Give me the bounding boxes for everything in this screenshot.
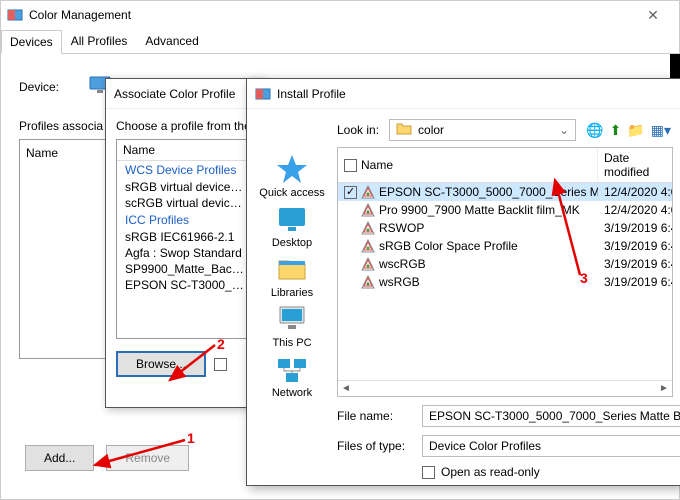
file-date: 3/19/2019 6:44 bbox=[598, 239, 672, 253]
icc-profile-icon bbox=[361, 239, 375, 253]
file-name: wsRGB bbox=[379, 275, 420, 289]
place-network[interactable]: Network bbox=[272, 353, 312, 399]
places-bar: Quick access Desktop Libraries This PC N… bbox=[247, 147, 337, 397]
annotation-3: 3 bbox=[580, 270, 588, 286]
titlebar: Color Management ✕ bbox=[1, 1, 679, 29]
browse-button[interactable]: Browse... bbox=[116, 351, 206, 377]
icc-profile-icon bbox=[361, 257, 375, 271]
file-date: 3/19/2019 6:44 bbox=[598, 221, 672, 235]
file-list[interactable]: Name Date modified EPSON SC-T3000_5000_7… bbox=[337, 147, 673, 397]
views-icon[interactable]: ▦▾ bbox=[651, 122, 671, 139]
filename-label: File name: bbox=[337, 409, 422, 423]
lookin-label: Look in: bbox=[337, 123, 379, 137]
file-name: EPSON SC-T3000_5000_7000_Series Matte ..… bbox=[379, 185, 598, 199]
app-icon bbox=[255, 86, 271, 102]
tab-advanced[interactable]: Advanced bbox=[136, 29, 207, 53]
scroll-right-icon[interactable]: ► bbox=[656, 383, 672, 394]
icc-profile-icon bbox=[361, 221, 375, 235]
list-item[interactable]: EPSON SC-T3000_5000_7 bbox=[117, 277, 253, 293]
annotation-1: 1 bbox=[187, 430, 195, 446]
filetype-combo[interactable]: Device Color Profiles ⌄ bbox=[422, 435, 680, 457]
tabstrip: Devices All Profiles Advanced bbox=[1, 29, 679, 54]
readonly-checkbox[interactable] bbox=[422, 466, 435, 479]
close-icon[interactable]: ✕ bbox=[633, 1, 673, 29]
file-name: sRGB Color Space Profile bbox=[379, 239, 518, 253]
file-list-header: Name Date modified bbox=[338, 148, 672, 183]
list-item[interactable]: SP9900_Matte_Backlit_Fil bbox=[117, 261, 253, 277]
file-name: wscRGB bbox=[379, 257, 426, 271]
folder-icon bbox=[396, 121, 412, 140]
group-wcs: WCS Device Profiles bbox=[117, 161, 253, 179]
file-row[interactable]: EPSON SC-T3000_5000_7000_Series Matte ..… bbox=[338, 183, 672, 201]
assoc-prompt: Choose a profile from the bbox=[116, 119, 254, 133]
tab-devices[interactable]: Devices bbox=[1, 30, 62, 54]
assoc-dialog-title: Associate Color Profile bbox=[106, 79, 264, 109]
list-item[interactable]: sRGB IEC61966-2.1 bbox=[117, 229, 253, 245]
lookin-combo[interactable]: color ⌄ bbox=[389, 119, 576, 141]
place-libraries[interactable]: Libraries bbox=[271, 253, 313, 299]
icc-profile-icon bbox=[361, 275, 375, 289]
file-row[interactable]: Pro 9900_7900 Matte Backlit film_MK 12/4/… bbox=[338, 201, 672, 219]
filetype-label: Files of type: bbox=[337, 439, 422, 453]
app-icon bbox=[7, 7, 23, 23]
profile-list[interactable]: Name WCS Device Profiles sRGB virtual de… bbox=[116, 139, 254, 339]
file-date: 12/4/2020 4:01 bbox=[598, 185, 672, 199]
annotation-2: 2 bbox=[217, 336, 225, 352]
back-icon[interactable]: 🌐 bbox=[586, 122, 603, 139]
file-row[interactable]: sRGB Color Space Profile 3/19/2019 6:44 bbox=[338, 237, 672, 255]
list-item[interactable]: Agfa : Swop Standard bbox=[117, 245, 253, 261]
icc-profile-icon bbox=[361, 185, 375, 199]
place-this-pc[interactable]: This PC bbox=[272, 303, 311, 349]
file-date: 3/19/2019 6:44 bbox=[598, 257, 672, 271]
up-icon[interactable]: ⬆ bbox=[610, 122, 622, 139]
group-icc: ICC Profiles bbox=[117, 211, 253, 229]
select-all-checkbox[interactable] bbox=[344, 159, 357, 172]
edge-accent bbox=[670, 54, 680, 78]
readonly-label: Open as read-only bbox=[441, 465, 540, 479]
associate-profile-dialog: Associate Color Profile Choose a profile… bbox=[105, 78, 265, 408]
file-date: 12/4/2020 4:01 bbox=[598, 203, 672, 217]
file-name: RSWOP bbox=[379, 221, 424, 235]
profile-buttons: Add... Remove bbox=[25, 445, 189, 471]
horizontal-scrollbar[interactable]: ◄ ► bbox=[338, 380, 672, 396]
file-dialog-title-text: Install Profile bbox=[277, 87, 346, 101]
add-button[interactable]: Add... bbox=[25, 445, 94, 471]
lookin-value: color bbox=[418, 123, 444, 137]
list-item[interactable]: scRGB virtual device mod bbox=[117, 195, 253, 211]
list-item[interactable]: sRGB virtual device mode bbox=[117, 179, 253, 195]
chevron-down-icon: ⌄ bbox=[559, 123, 569, 137]
file-checkbox[interactable] bbox=[344, 186, 357, 199]
file-name: Pro 9900_7900 Matte Backlit film_MK bbox=[379, 203, 580, 217]
install-profile-dialog: Install Profile Look in: color ⌄ 🌐 ⬆ 📁 ▦… bbox=[246, 78, 680, 486]
remove-button: Remove bbox=[106, 445, 189, 471]
col-date[interactable]: Date modified bbox=[598, 148, 672, 182]
filename-value: EPSON SC-T3000_5000_7000_Series Matte Ba… bbox=[429, 409, 680, 423]
place-desktop[interactable]: Desktop bbox=[272, 203, 312, 249]
file-date: 3/19/2019 6:44 bbox=[598, 275, 672, 289]
icc-profile-icon bbox=[361, 203, 375, 217]
place-quick-access[interactable]: Quick access bbox=[259, 153, 324, 199]
file-row[interactable]: RSWOP 3/19/2019 6:44 bbox=[338, 219, 672, 237]
window-title: Color Management bbox=[29, 8, 131, 22]
device-label: Device: bbox=[19, 80, 79, 94]
filetype-value: Device Color Profiles bbox=[429, 439, 541, 453]
new-folder-icon[interactable]: 📁 bbox=[627, 122, 644, 139]
profile-col-name: Name bbox=[117, 140, 253, 161]
file-row[interactable]: wscRGB 3/19/2019 6:44 bbox=[338, 255, 672, 273]
file-row[interactable]: wsRGB 3/19/2019 6:44 bbox=[338, 273, 672, 291]
assoc-checkbox[interactable] bbox=[214, 358, 227, 371]
tab-all-profiles[interactable]: All Profiles bbox=[62, 29, 137, 53]
scroll-left-icon[interactable]: ◄ bbox=[338, 383, 354, 394]
filename-combo[interactable]: EPSON SC-T3000_5000_7000_Series Matte Ba… bbox=[422, 405, 680, 427]
nav-icons: 🌐 ⬆ 📁 ▦▾ bbox=[586, 122, 671, 139]
file-dialog-title: Install Profile bbox=[247, 79, 680, 109]
col-name[interactable]: Name bbox=[361, 158, 393, 172]
